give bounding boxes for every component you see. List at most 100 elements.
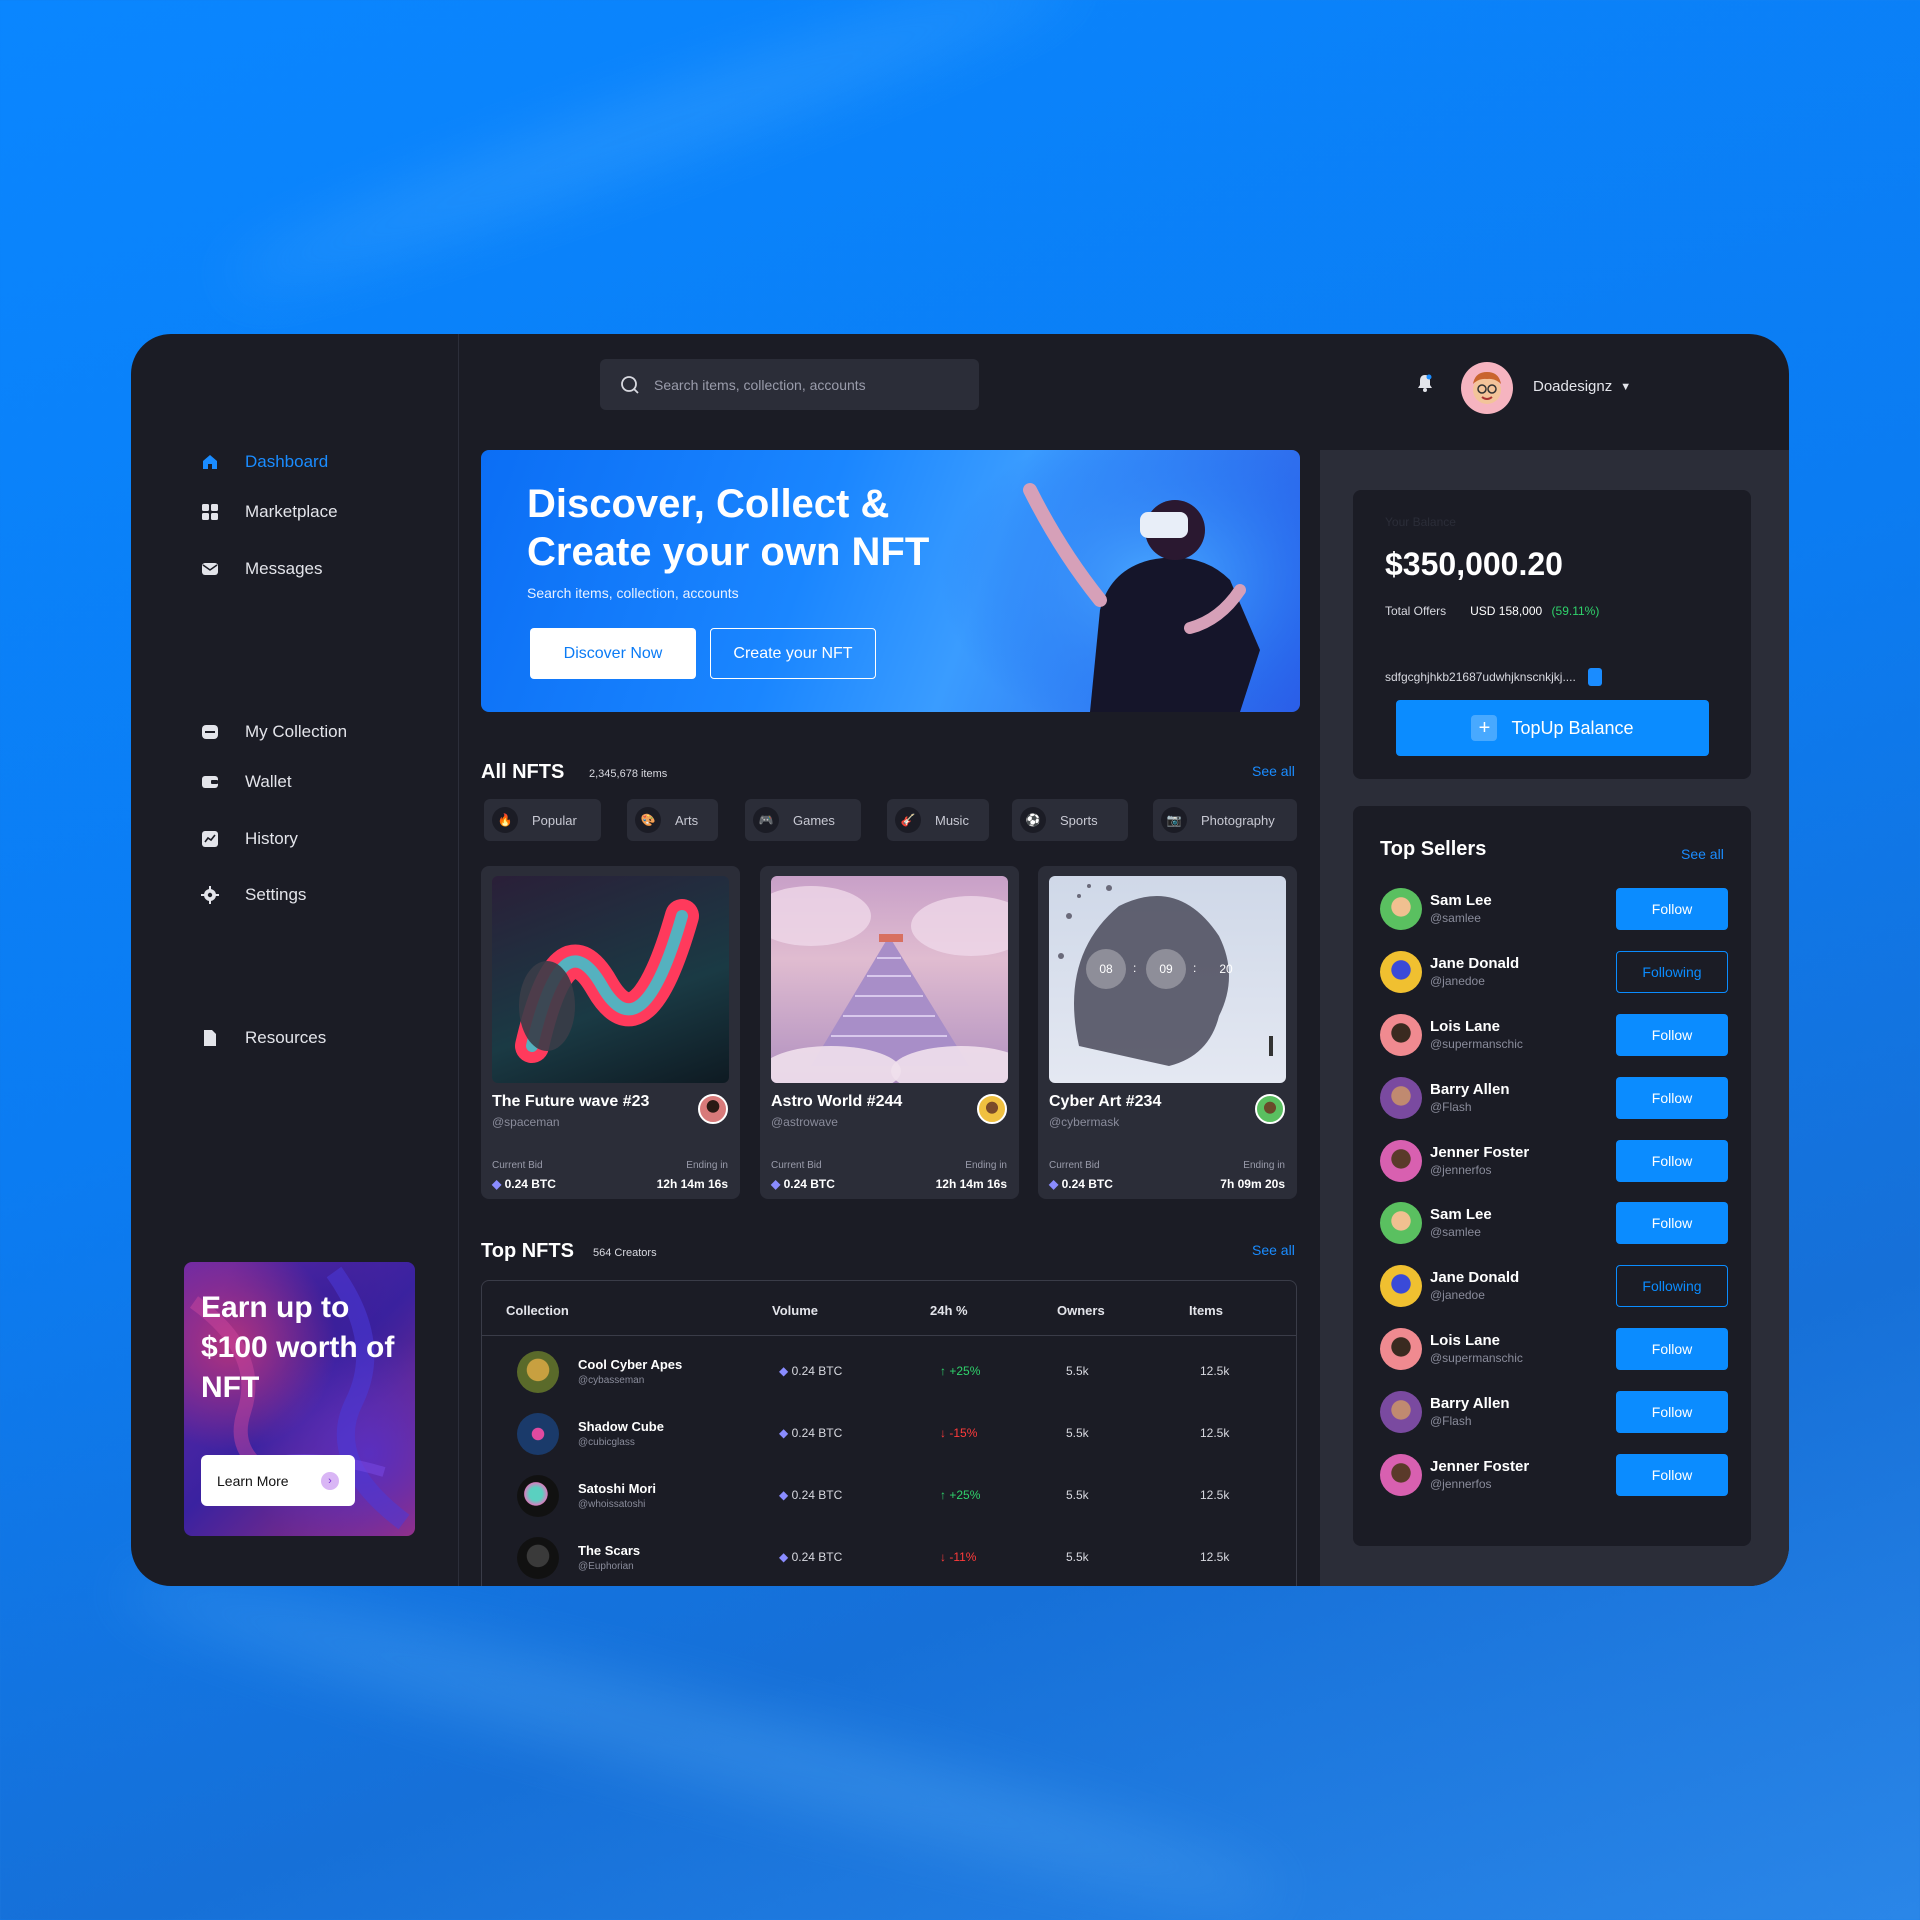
category-popular[interactable]: 🔥 Popular [484,799,601,841]
ball-icon: ⚽ [1020,807,1046,833]
follow-button[interactable]: Follow [1616,1328,1728,1370]
nft-card[interactable]: The Future wave #23 @spaceman Current Bi… [481,866,740,1199]
category-arts[interactable]: 🎨 Arts [627,799,718,841]
arrow-up-icon: ↑ [940,1364,950,1378]
learn-more-button[interactable]: Learn More › [201,1455,355,1506]
sidebar-item-dashboard[interactable]: Dashboard [201,452,328,472]
sidebar-item-marketplace[interactable]: Marketplace [201,502,338,522]
top-sellers-see-all-link[interactable]: See all [1681,846,1724,862]
change-value: +25% [949,1364,981,1378]
table-row[interactable]: The Scars @Euphorian ◆ 0.24 BTC ↓ -11% 5… [482,1533,1296,1583]
search-placeholder: Search items, collection, accounts [654,376,866,393]
top-nfts-see-all-link[interactable]: See all [1252,1242,1295,1258]
seller-name: Jenner Foster [1430,1458,1530,1475]
nft-image [492,876,729,1083]
change-value: -15% [949,1426,978,1440]
table-row[interactable]: Satoshi Mori @whoissatoshi ◆ 0.24 BTC ↑ … [482,1471,1296,1521]
timer-hours: 08 [1086,949,1126,989]
timer-minutes: 09 [1146,949,1186,989]
right-panel: Your Balance $350,000.20 Total Offers US… [1320,450,1789,1586]
ending-in-label: Ending in [965,1160,1007,1171]
cloud-staircase-art [771,886,1008,1083]
nft-title: Astro World #244 [771,1093,903,1110]
creator-avatar[interactable] [1255,1094,1285,1124]
seller-row: Sam Lee @samlee Follow [1380,1200,1728,1246]
sidebar-item-settings[interactable]: Settings [201,885,306,905]
search-input[interactable]: Search items, collection, accounts [600,359,979,410]
search-icon [621,375,639,394]
follow-button[interactable]: Follow [1616,1202,1728,1244]
user-menu[interactable]: Doadesignz ▼ [1533,378,1631,395]
seller-avatar[interactable] [1380,1014,1422,1056]
category-games[interactable]: 🎮 Games [745,799,861,841]
category-sports[interactable]: ⚽ Sports [1012,799,1128,841]
discover-now-button[interactable]: Discover Now [530,628,696,679]
seller-avatar[interactable] [1380,888,1422,930]
camera-icon: 📷 [1161,807,1187,833]
column-header: Collection [506,1303,569,1318]
change-value: -11% [949,1550,977,1564]
follow-button[interactable]: Follow [1616,1391,1728,1433]
eth-icon: ◆ [779,1550,792,1564]
collection-avatar [517,1413,559,1455]
seller-avatar[interactable] [1380,1265,1422,1307]
top-nfts-count: 564 Creators [593,1247,657,1259]
bell-icon[interactable] [1417,374,1433,392]
seller-avatar[interactable] [1380,1454,1422,1496]
table-row[interactable]: Shadow Cube @cubicglass ◆ 0.24 BTC ↓ -15… [482,1409,1296,1459]
ending-in-label: Ending in [686,1160,728,1171]
user-avatar[interactable] [1461,362,1513,414]
sidebar-item-history[interactable]: History [201,829,298,849]
seller-avatar[interactable] [1380,1202,1422,1244]
arrow-right-icon: › [321,1471,339,1490]
nft-image [771,876,1008,1083]
follow-button[interactable]: Follow [1616,1140,1728,1182]
topup-balance-button[interactable]: + TopUp Balance [1396,700,1709,756]
sidebar-item-wallet[interactable]: Wallet [201,772,292,792]
nft-card[interactable]: 08 : 09 : 20 Cyber Art #234 @cybermask C… [1038,866,1297,1199]
collection-name: Satoshi Mori [578,1481,657,1496]
seller-row: Jenner Foster @jennerfos Follow [1380,1138,1728,1184]
abstract-wave-art [515,899,699,1063]
following-button[interactable]: Following [1616,951,1728,993]
follow-button[interactable]: Follow [1616,1077,1728,1119]
ending-in-value: 7h 09m 20s [1220,1177,1285,1191]
creator-avatar[interactable] [698,1094,728,1124]
change-cell: ↓ -11% [940,1550,976,1564]
seller-avatar[interactable] [1380,1140,1422,1182]
follow-button[interactable]: Follow [1616,1454,1728,1496]
sidebar-item-label: Marketplace [245,502,338,521]
change-cell: ↑ +25% [940,1364,980,1378]
sidebar-item-messages[interactable]: Messages [201,559,322,579]
volume-value: 0.24 BTC [791,1550,843,1564]
all-nfts-title: All NFTS [481,761,565,783]
nft-card[interactable]: Astro World #244 @astrowave Current Bid … [760,866,1019,1199]
mail-icon [202,563,218,575]
seller-avatar[interactable] [1380,951,1422,993]
gamepad-icon: 🎮 [753,807,779,833]
seller-avatar[interactable] [1380,1077,1422,1119]
column-header: Owners [1057,1303,1105,1318]
all-nfts-see-all-link[interactable]: See all [1252,763,1295,779]
copy-icon[interactable] [1587,668,1602,686]
owners-cell: 5.5k [1066,1364,1089,1378]
table-row[interactable]: Cool Cyber Apes @cybasseman ◆ 0.24 BTC ↑… [482,1347,1296,1397]
follow-button[interactable]: Follow [1616,1014,1728,1056]
volume-cell: ◆ 0.24 BTC [779,1550,842,1564]
sidebar-item-my-collection[interactable]: My Collection [201,722,347,742]
arrow-down-icon: ↓ [940,1426,950,1440]
collection-avatar [517,1537,559,1579]
creator-avatar[interactable] [977,1094,1007,1124]
category-music[interactable]: 🎸 Music [887,799,989,841]
seller-name: Jenner Foster [1430,1144,1530,1161]
create-nft-button[interactable]: Create your NFT [710,628,876,679]
sidebar-item-label: My Collection [245,722,348,741]
category-photography[interactable]: 📷 Photography [1153,799,1297,841]
sidebar-item-resources[interactable]: Resources [201,1028,326,1048]
seller-row: Jenner Foster @jennerfos Follow [1380,1452,1728,1498]
following-button[interactable]: Following [1616,1265,1728,1307]
current-bid-label: Current Bid [492,1160,543,1171]
follow-button[interactable]: Follow [1616,888,1728,930]
seller-avatar[interactable] [1380,1391,1422,1433]
seller-avatar[interactable] [1380,1328,1422,1370]
